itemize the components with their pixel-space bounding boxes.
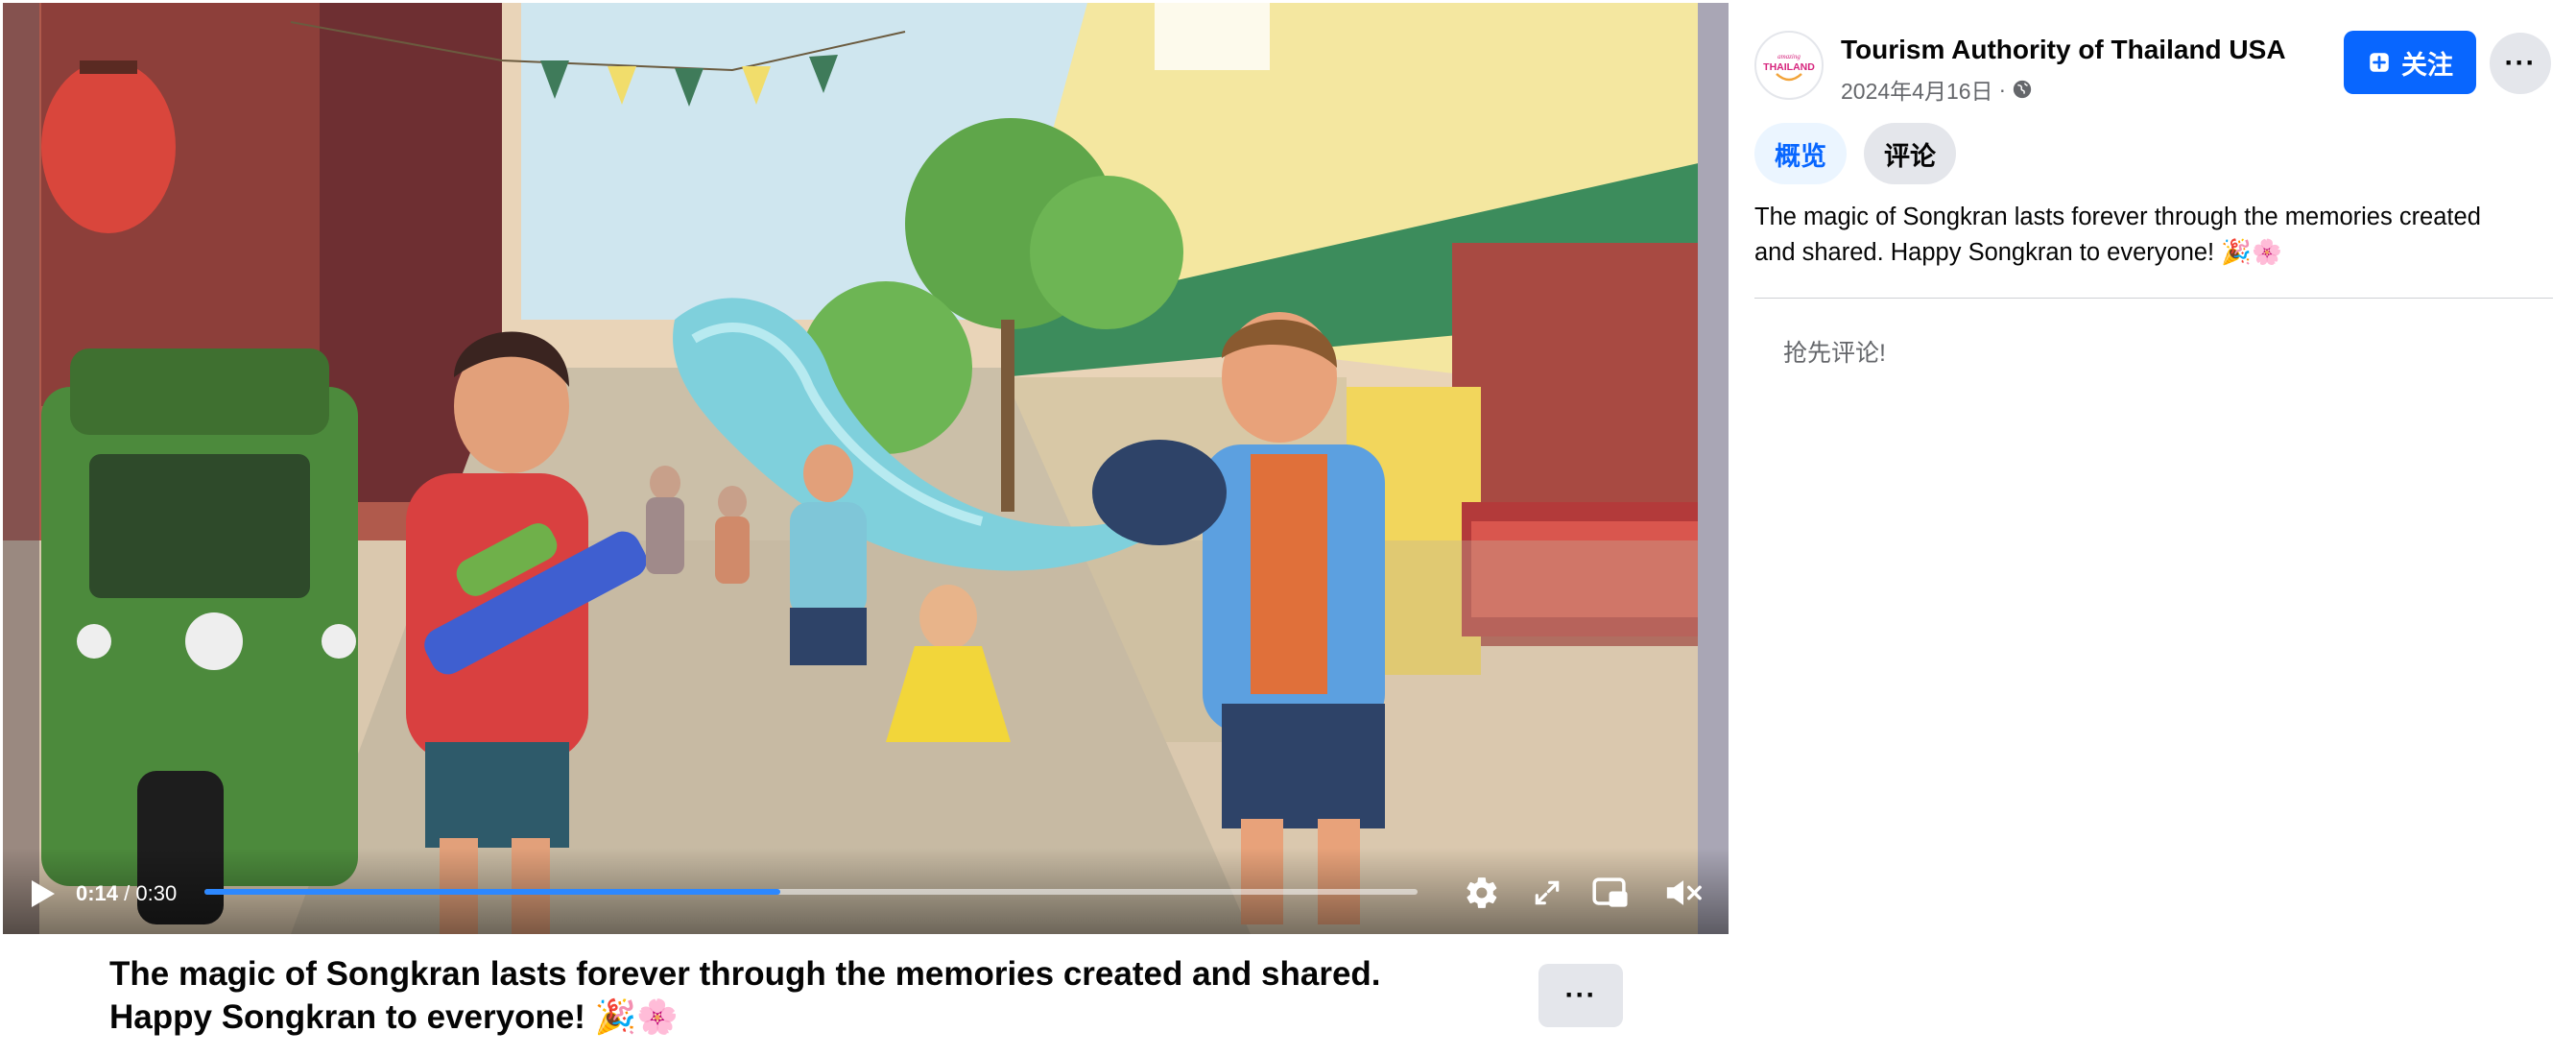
- video-pane: 0:14 / 0:30 The magic of Songkran lasts …: [0, 0, 1731, 1056]
- post-date[interactable]: 2024年4月16日: [1841, 73, 1993, 106]
- caption-line: Happy Songkran to everyone! 🎉🌸: [109, 998, 679, 1036]
- play-icon: [32, 880, 55, 907]
- current-time: 0:14: [76, 881, 119, 905]
- picture-in-picture-button[interactable]: [1588, 871, 1633, 915]
- meta-separator: ·: [1998, 76, 2007, 102]
- page-name-link[interactable]: Tourism Authority of Thailand USA: [1841, 35, 2286, 65]
- video-caption: The magic of Songkran lasts forever thro…: [109, 952, 1472, 1039]
- more-options-button[interactable]: ···: [2490, 33, 2551, 94]
- caption-more-button[interactable]: ···: [1538, 964, 1623, 1027]
- expand-icon: [1535, 880, 1560, 905]
- time-separator: /: [118, 881, 136, 905]
- first-comment-prompt: 抢先评论!: [1783, 340, 1886, 367]
- post-details-panel: amazing THAILAND Tourism Authority of Th…: [1731, 0, 2576, 1056]
- progress-fill: [204, 889, 781, 895]
- fullscreen-button[interactable]: [1525, 871, 1569, 915]
- mute-button[interactable]: [1661, 871, 1705, 915]
- video-player[interactable]: 0:14 / 0:30: [3, 3, 1729, 934]
- muted-speaker-icon: [1666, 880, 1702, 905]
- settings-button[interactable]: [1460, 871, 1504, 915]
- follow-label: 关注: [2401, 50, 2453, 80]
- duration: 0:30: [135, 881, 178, 905]
- time-display: 0:14 / 0:30: [76, 878, 177, 909]
- svg-text:amazing: amazing: [1777, 53, 1801, 60]
- description-line: and shared. Happy Songkran to everyone! …: [1754, 239, 2282, 266]
- video-frame: [3, 3, 1729, 934]
- divider: [1754, 298, 2553, 299]
- progress-bar[interactable]: [204, 889, 1418, 895]
- follow-button[interactable]: 关注: [2344, 31, 2476, 94]
- picture-in-picture-icon: [1592, 877, 1628, 907]
- svg-text:THAILAND: THAILAND: [1763, 61, 1815, 73]
- follow-icon: [2370, 53, 2389, 72]
- gear-icon: [1467, 877, 1497, 908]
- post-description: The magic of Songkran lasts forever thro…: [1754, 200, 2553, 271]
- globe-icon: [2014, 80, 2032, 99]
- description-line: The magic of Songkran lasts forever thro…: [1754, 204, 2481, 230]
- caption-line: The magic of Songkran lasts forever thro…: [109, 955, 1381, 993]
- tab-overview[interactable]: 概览: [1754, 123, 1847, 184]
- play-button[interactable]: [24, 875, 62, 913]
- post-meta: 2024年4月16日 ·: [1841, 73, 2033, 106]
- video-controls: 0:14 / 0:30: [3, 848, 1729, 934]
- tab-comments[interactable]: 评论: [1864, 123, 1956, 184]
- page-avatar[interactable]: amazing THAILAND: [1754, 31, 1824, 100]
- amazing-thailand-logo: amazing THAILAND: [1763, 53, 1815, 82]
